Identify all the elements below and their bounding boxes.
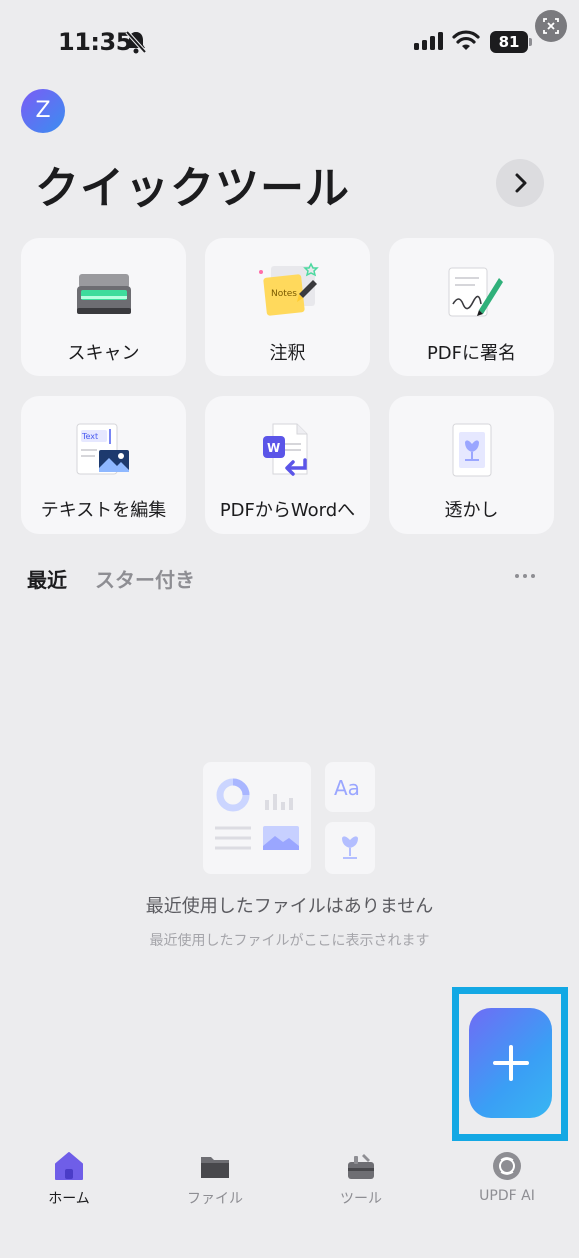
tool-label-pdf-to-word: PDFからWordへ	[219, 500, 356, 521]
tool-label-annotate: 注釈	[269, 343, 306, 364]
more-options-icon[interactable]	[510, 566, 540, 586]
status-time: 11:35	[58, 28, 132, 56]
nav-item-tools[interactable]: ツール	[291, 1140, 431, 1208]
illustration-text: Aa	[334, 776, 360, 800]
bottom-nav: ホーム ファイル ツール UPDF AI	[0, 1140, 579, 1258]
nav-item-updf-ai[interactable]: UPDF AI	[437, 1140, 577, 1204]
avatar-letter: Z	[35, 98, 51, 123]
tool-tile-annotate[interactable]: Notes 注釈	[205, 238, 370, 376]
tool-label-scan: スキャン	[67, 343, 140, 364]
nav-item-home[interactable]: ホーム	[0, 1140, 139, 1208]
plus-icon	[492, 1045, 529, 1081]
empty-state-illustration: Aa	[203, 762, 375, 874]
add-button[interactable]	[469, 1008, 552, 1118]
edit-text-icon: Text	[76, 423, 129, 475]
tool-tile-pdf-to-word[interactable]: W PDFからWordへ	[205, 396, 370, 534]
battery-icon: 81	[490, 31, 532, 53]
tool-label-watermark: 透かし	[444, 500, 499, 521]
tool-tile-edit-text[interactable]: Text テキストを編集	[21, 396, 186, 534]
wifi-icon	[452, 30, 480, 50]
watermark-icon	[452, 423, 491, 477]
scanner-icon	[76, 274, 131, 314]
tab-starred[interactable]: スター付き	[95, 564, 195, 593]
home-icon	[55, 1152, 83, 1180]
battery-level: 81	[498, 33, 520, 51]
avatar[interactable]: Z	[21, 89, 65, 133]
live-text-icon[interactable]	[535, 10, 567, 42]
empty-state-title: 最近使用したファイルはありません	[145, 896, 434, 917]
tool-label-sign: PDFに署名	[426, 343, 517, 364]
nav-item-files[interactable]: ファイル	[145, 1140, 285, 1208]
tab-recent[interactable]: 最近	[27, 564, 67, 593]
signal-icon	[414, 32, 443, 50]
quick-tools-more-button[interactable]	[496, 159, 544, 207]
bell-muted-icon	[125, 30, 147, 54]
nav-label-home: ホーム	[48, 1191, 90, 1207]
tool-tile-watermark[interactable]: 透かし	[389, 396, 554, 534]
toolbox-icon	[348, 1154, 374, 1179]
folder-icon	[201, 1157, 229, 1178]
sticky-note-icon: Notes	[258, 262, 319, 316]
page-title: クイックツール	[35, 163, 350, 214]
status-bar: 11:35 81	[0, 0, 579, 80]
tool-label-edit-text: テキストを編集	[40, 500, 167, 521]
ai-icon	[493, 1152, 521, 1180]
chevron-right-icon	[515, 173, 527, 193]
svg-text:W: W	[267, 441, 280, 455]
svg-text:Notes: Notes	[271, 289, 297, 299]
pdf-to-word-icon: W	[262, 423, 307, 476]
tool-tile-scan[interactable]: スキャン	[21, 238, 186, 376]
empty-state-subtitle: 最近使用したファイルがここに表示されます	[149, 933, 430, 949]
signature-icon	[448, 267, 503, 317]
nav-label-updf-ai: UPDF AI	[479, 1188, 535, 1204]
svg-text:Text: Text	[81, 432, 98, 441]
tool-tile-sign[interactable]: PDFに署名	[389, 238, 554, 376]
nav-label-files: ファイル	[187, 1191, 243, 1207]
nav-label-tools: ツール	[340, 1191, 382, 1207]
